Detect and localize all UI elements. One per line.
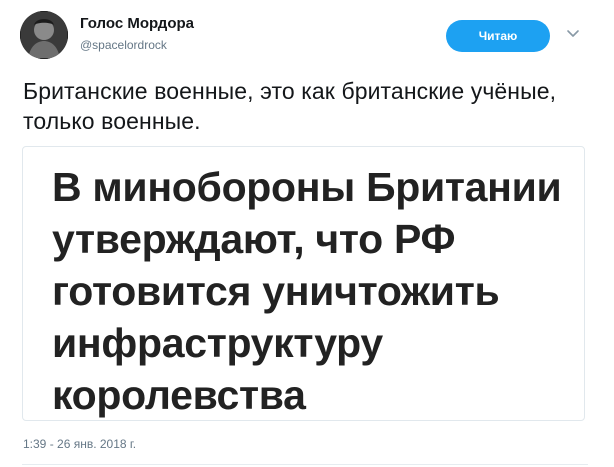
- headline-line: инфраструктуру: [52, 320, 383, 366]
- chevron-down-icon[interactable]: [564, 27, 582, 41]
- following-button[interactable]: Читаю: [446, 20, 550, 52]
- tweet-timestamp[interactable]: 1:39 - 26 янв. 2018 г.: [23, 437, 136, 451]
- author-display-name[interactable]: Голос Мордора: [80, 15, 194, 32]
- author-handle[interactable]: @spacelordrock: [80, 38, 167, 52]
- avatar-image: [20, 11, 68, 59]
- headline-line: королевства: [52, 372, 306, 418]
- divider: [22, 464, 588, 465]
- headline-line: утверждают, что РФ: [52, 216, 456, 262]
- media-image[interactable]: В минобороны Британии утверждают, что РФ…: [22, 146, 585, 421]
- headline-line: готовится уничтожить: [52, 268, 500, 314]
- tweet: Голос Мордора @spacelordrock Читаю Брита…: [0, 0, 614, 467]
- tweet-text: Британские военные, это как британские у…: [23, 78, 557, 134]
- avatar[interactable]: [20, 11, 68, 59]
- media-headline: В минобороны Британии утверждают, что РФ…: [52, 161, 582, 420]
- headline-line: В минобороны Британии: [52, 164, 562, 210]
